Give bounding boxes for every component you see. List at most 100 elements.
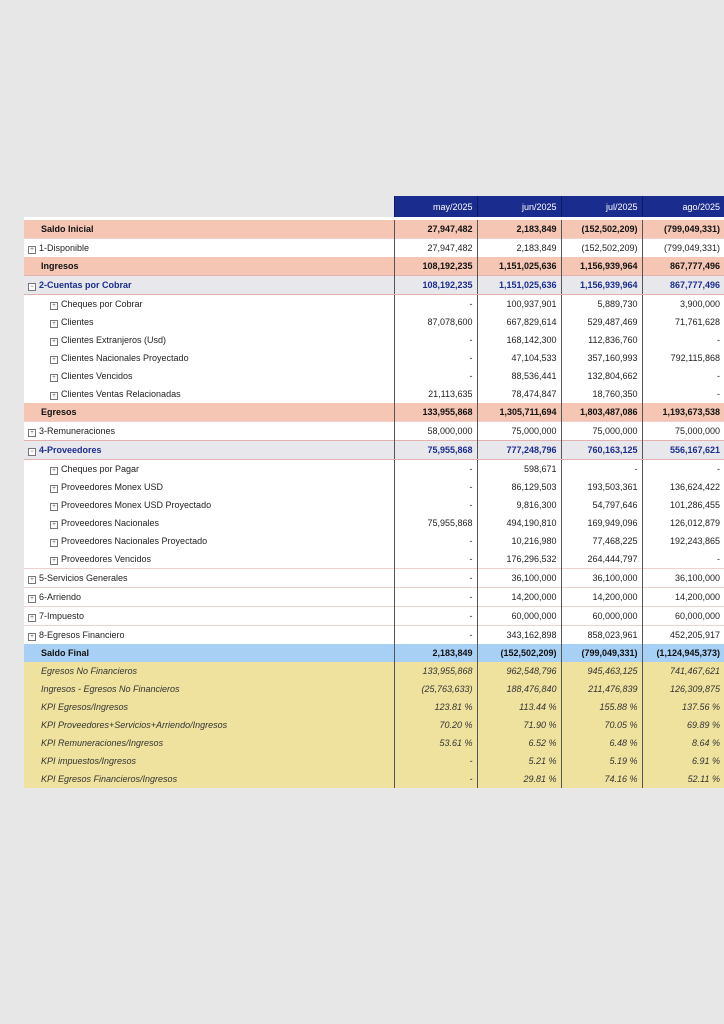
table-row[interactable]: KPI Egresos/Ingresos 123.81 % 113.44 % 155.…: [24, 698, 724, 716]
expand-plus-icon[interactable]: +: [50, 485, 58, 493]
value-cell: 858,023,961: [560, 625, 642, 644]
table-row[interactable]: −4-Proveedores 75,955,868 777,248,796 760,1…: [24, 440, 724, 460]
column-header[interactable]: jul/2025: [560, 196, 642, 217]
value-cell: 70.20 %: [393, 716, 477, 734]
table-row[interactable]: +8-Egresos Financiero -343,162,898 858,023…: [24, 625, 724, 644]
expand-plus-icon[interactable]: +: [50, 374, 58, 382]
expand-plus-icon[interactable]: +: [28, 429, 36, 437]
value-cell: 867,777,496: [641, 275, 724, 295]
table-row[interactable]: Ingresos - Egresos No Financieros (25,763…: [24, 680, 724, 698]
value-cell: 75,000,000: [476, 421, 561, 441]
value-cell: 86,129,503: [476, 478, 561, 496]
table-row[interactable]: + Proveedores Monex USD -86,129,503 193,503…: [24, 478, 724, 496]
value-cell: 155.88 %: [560, 698, 642, 716]
value-cell: -: [641, 367, 724, 385]
row-label-cell: + Cheques por Pagar: [24, 459, 394, 478]
row-label: 4-Proveedores: [39, 445, 102, 455]
table-row[interactable]: +5-Servicios Generales -36,100,000 36,100,…: [24, 568, 724, 588]
expand-plus-icon[interactable]: +: [50, 356, 58, 364]
expand-plus-icon[interactable]: +: [50, 539, 58, 547]
table-row[interactable]: + Clientes Nacionales Proyectado -47,104,5…: [24, 349, 724, 367]
value-cell: 36,100,000: [641, 568, 724, 588]
table-row[interactable]: + Clientes 87,078,600 667,829,614 529,487,46…: [24, 313, 724, 331]
collapse-minus-icon[interactable]: −: [28, 448, 36, 456]
table-row[interactable]: + Proveedores Nacionales 75,955,868 494,190…: [24, 514, 724, 532]
table-row[interactable]: + Proveedores Nacionales Proyectado -10,21…: [24, 532, 724, 550]
value-cell: 6.52 %: [476, 734, 561, 752]
table-row[interactable]: + Clientes Extranjeros (Usd) -168,142,300 1…: [24, 331, 724, 349]
value-cell: 193,503,361: [560, 478, 642, 496]
row-label: Proveedores Monex USD Proyectado: [61, 500, 212, 510]
collapse-minus-icon[interactable]: −: [28, 283, 36, 291]
table-row[interactable]: + Cheques por Cobrar -100,937,901 5,889,730…: [24, 294, 724, 313]
row-label: 5-Servicios Generales: [39, 573, 128, 583]
row-label: 7-Impuesto: [39, 611, 85, 621]
expand-plus-icon[interactable]: +: [28, 576, 36, 584]
table-row[interactable]: + Cheques por Pagar -598,671- -: [24, 459, 724, 478]
column-header[interactable]: may/2025: [393, 196, 477, 217]
expand-plus-icon[interactable]: +: [50, 392, 58, 400]
row-label-cell: +5-Servicios Generales: [24, 568, 394, 588]
row-label-cell: + Clientes: [24, 313, 394, 331]
column-header[interactable]: jun/2025: [476, 196, 561, 217]
value-cell: 343,162,898: [476, 625, 561, 644]
column-header[interactable]: ago/2025: [641, 196, 724, 217]
row-label: Egresos No Financieros: [41, 666, 138, 676]
expand-plus-icon[interactable]: +: [28, 614, 36, 622]
value-cell: 792,115,868: [641, 349, 724, 367]
table-row[interactable]: −2-Cuentas por Cobrar 108,192,235 1,151,02…: [24, 275, 724, 295]
expand-plus-icon[interactable]: +: [28, 595, 36, 603]
value-cell: 5.21 %: [476, 752, 561, 770]
value-cell: -: [393, 752, 477, 770]
value-cell: -: [393, 568, 477, 588]
table-row[interactable]: Ingresos 108,192,235 1,151,025,636 1,156,93…: [24, 257, 724, 276]
value-cell: (152,502,209): [560, 238, 642, 257]
value-cell: -: [393, 294, 477, 313]
expand-plus-icon[interactable]: +: [50, 320, 58, 328]
expand-plus-icon[interactable]: +: [50, 302, 58, 310]
value-cell: 2,183,849: [393, 644, 477, 662]
table-row[interactable]: Egresos 133,955,868 1,305,711,694 1,803,487…: [24, 403, 724, 422]
row-label: Proveedores Monex USD: [61, 482, 164, 492]
row-label: 2-Cuentas por Cobrar: [39, 280, 132, 290]
row-label-cell: +1-Disponible: [24, 238, 394, 257]
expand-plus-icon[interactable]: +: [50, 557, 58, 565]
row-label: Proveedores Vencidos: [61, 554, 152, 564]
value-cell: 21,113,635: [393, 385, 477, 403]
row-label-cell: Ingresos - Egresos No Financieros: [24, 680, 394, 698]
table-row[interactable]: +6-Arriendo -14,200,000 14,200,000 14,200,0…: [24, 587, 724, 607]
value-cell: 75,000,000: [560, 421, 642, 441]
table-row[interactable]: Saldo Final 2,183,849 (152,502,209) (799,04…: [24, 644, 724, 662]
table-row[interactable]: +7-Impuesto -60,000,000 60,000,000 60,000,0…: [24, 606, 724, 626]
table-row[interactable]: Saldo Inicial 27,947,482 2,183,849 (152,502…: [24, 220, 724, 239]
row-label: Clientes: [61, 317, 94, 327]
value-cell: -: [641, 459, 724, 478]
expand-plus-icon[interactable]: +: [50, 521, 58, 529]
value-cell: 760,163,125: [560, 440, 642, 460]
header-row: may/2025 jun/2025 jul/2025 ago/2025: [24, 196, 724, 217]
expand-plus-icon[interactable]: +: [28, 246, 36, 254]
table-row[interactable]: KPI impuestos/Ingresos -5.21 % 5.19 % 6.91 …: [24, 752, 724, 770]
row-label-cell: + Clientes Vencidos: [24, 367, 394, 385]
expand-plus-icon[interactable]: +: [50, 467, 58, 475]
value-cell: 867,777,496: [641, 257, 724, 276]
table-row[interactable]: + Proveedores Vencidos -176,296,532 264,444…: [24, 550, 724, 569]
table-row[interactable]: KPI Egresos Financieros/Ingresos -29.81 %…: [24, 770, 724, 788]
table-row[interactable]: Egresos No Financieros 133,955,868 962,548…: [24, 662, 724, 680]
table-row[interactable]: +3-Remuneraciones 58,000,000 75,000,000 75,…: [24, 421, 724, 441]
table-row[interactable]: KPI Remuneraciones/Ingresos 53.61 % 6.52 %…: [24, 734, 724, 752]
table-row[interactable]: KPI Proveedores+Servicios+Arriendo/Ingre…: [24, 716, 724, 734]
row-label: Cheques por Pagar: [61, 464, 140, 474]
table-row[interactable]: + Clientes Vencidos -88,536,441 132,804,662…: [24, 367, 724, 385]
expand-plus-icon[interactable]: +: [50, 503, 58, 511]
table-row[interactable]: + Clientes Ventas Relacionadas 21,113,635 7…: [24, 385, 724, 403]
row-label: KPI Remuneraciones/Ingresos: [41, 738, 164, 748]
row-label-cell: KPI Proveedores+Servicios+Arriendo/Ingre…: [24, 716, 394, 734]
expand-plus-icon[interactable]: +: [28, 633, 36, 641]
expand-plus-icon[interactable]: +: [50, 338, 58, 346]
table-row[interactable]: + Proveedores Monex USD Proyectado -9,816,…: [24, 496, 724, 514]
value-cell: 1,156,939,964: [560, 275, 642, 295]
value-cell: -: [393, 770, 477, 788]
table-row[interactable]: +1-Disponible 27,947,482 2,183,849 (152,502…: [24, 238, 724, 257]
value-cell: 100,937,901: [476, 294, 561, 313]
